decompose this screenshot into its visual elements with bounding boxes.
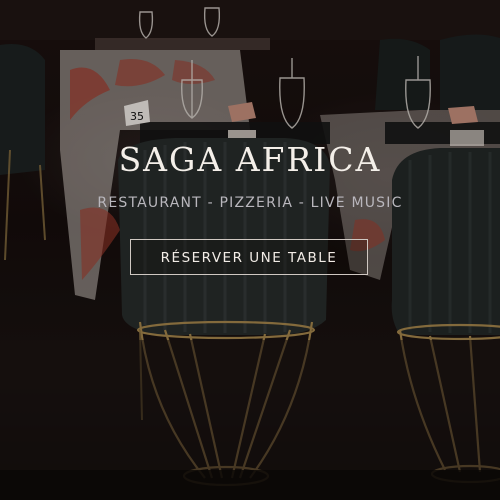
restaurant-title: SAGA AFRICA xyxy=(118,140,382,179)
reserve-table-button[interactable]: RÉSERVER UNE TABLE xyxy=(130,239,368,275)
hero-section: 35 SAGA AFRICA RESTAURANT - PIZZERIA - L… xyxy=(0,0,500,500)
restaurant-tagline: RESTAURANT - PIZZERIA - LIVE MUSIC xyxy=(97,195,403,211)
